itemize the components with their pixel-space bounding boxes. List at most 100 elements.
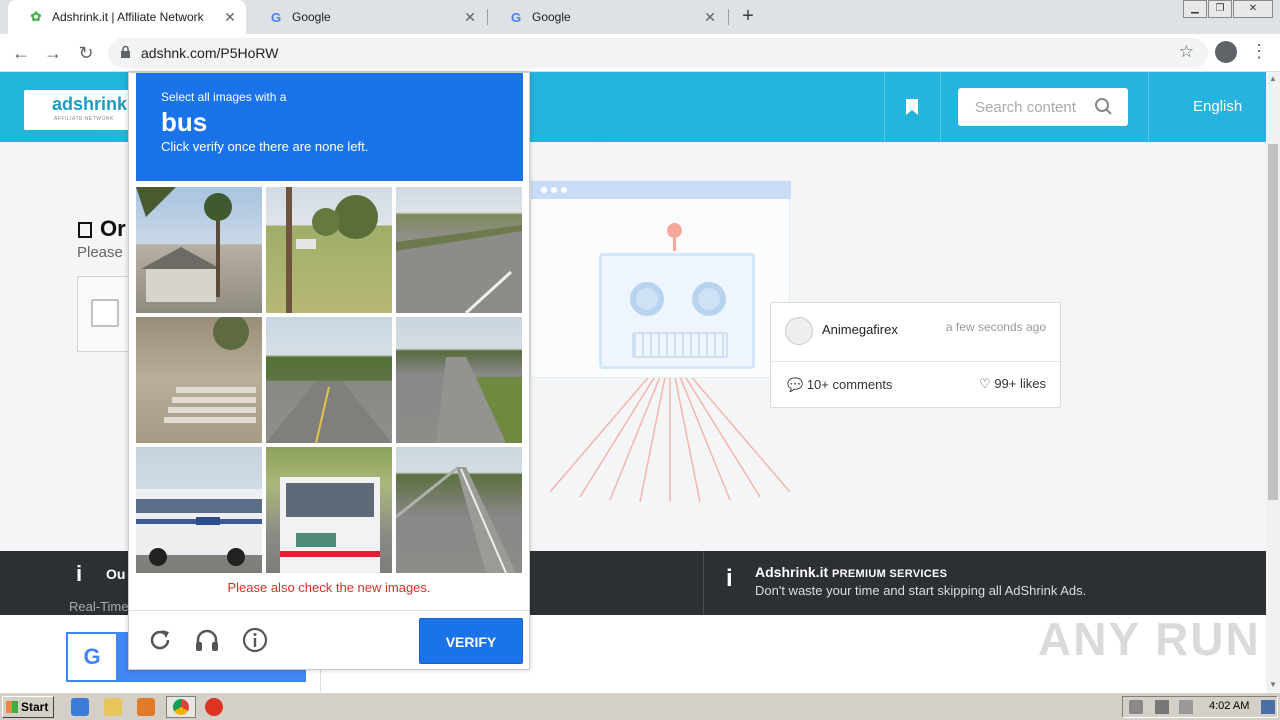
google-logo-icon: G [68,634,116,680]
menu-kebab-icon[interactable]: ⋮ [1250,41,1268,62]
tile-image [396,467,516,573]
heart-icon: ♡ [979,376,991,391]
tab-strip: ✿ Adshrink.it | Affiliate Network ✕ G Go… [0,0,1280,34]
language-selector[interactable]: English [1193,98,1242,115]
show-desktop-icon[interactable] [1261,700,1275,714]
close-window-button[interactable]: ✕ [1233,0,1273,18]
robot-eye [692,282,726,316]
url-text: adshnk.com/P5HoRW [141,45,279,61]
restore-button[interactable]: ❐ [1208,0,1232,18]
close-tab-icon[interactable]: ✕ [702,9,718,25]
challenge-error: Please also check the new images. [227,580,431,595]
start-button[interactable]: Start [2,696,54,718]
author-name: Animegafirex [822,322,898,337]
verify-button[interactable]: VERIFY [419,618,523,664]
media-player-icon[interactable] [137,698,155,716]
google-favicon-icon: G [270,9,282,25]
forward-button[interactable]: → [41,41,65,65]
header-divider [940,72,941,142]
close-tab-icon[interactable]: ✕ [222,9,238,25]
ie-icon[interactable] [71,698,89,716]
band-left-title: Ou [106,566,126,582]
system-tray: 4:02 AM [1122,696,1278,718]
anyrun-watermark: ANY RUN [1038,613,1261,665]
challenge-hint: Click verify once there are none left. [161,139,369,154]
info-challenge-icon[interactable] [241,626,269,654]
captcha-tile-2[interactable] [266,187,392,313]
chrome-taskbar-button[interactable] [166,696,196,718]
scrollbar-thumb[interactable] [1268,144,1278,500]
reload-button[interactable]: ↻ [74,41,98,65]
robot-illustration [530,180,791,378]
illustration-window-bar [531,181,791,199]
tab-google-1[interactable]: G Google ✕ [248,0,486,34]
captcha-tile-4[interactable] [136,317,262,443]
tile-image [136,489,262,566]
captcha-tile-6[interactable] [396,317,522,443]
tab-adshrink[interactable]: ✿ Adshrink.it | Affiliate Network ✕ [8,0,246,34]
robot-mouth [632,332,728,358]
challenge-header: Select all images with a bus Click verif… [136,73,523,181]
reload-challenge-icon[interactable] [146,626,174,654]
explorer-icon[interactable] [104,698,122,716]
window-dot [541,187,547,193]
challenge-footer-divider [129,610,529,611]
volume-icon[interactable] [1129,700,1143,714]
tab-title: Google [292,10,331,24]
logo-subtitle: AFFILIATE NETWORK [54,116,114,122]
audio-challenge-icon[interactable] [193,626,221,654]
browser-toolbar: ← → ↻ adshnk.com/P5HoRW ☆ ⋮ [0,34,1280,72]
tile-image [266,381,392,443]
comment-icon: 💬 [787,377,804,392]
card-divider [771,361,1060,362]
comments-label: 10+ comments [806,377,893,392]
bookmark-icon[interactable] [905,98,919,116]
recaptcha-checkbox[interactable] [91,299,119,327]
comments-count: 💬 10+ comments [787,377,892,393]
captcha-tile-8[interactable] [266,447,392,573]
premium-label: PREMIUM SERVICES [832,568,948,580]
new-tab-button[interactable]: + [738,6,758,26]
profile-icon[interactable] [1215,41,1237,63]
captcha-tile-1[interactable] [136,187,262,313]
page-scrollbar[interactable]: ▲ ▼ [1266,72,1280,692]
site-logo[interactable]: adshrink.it AFFILIATE NETWORK [24,90,143,130]
clock: 4:02 AM [1209,700,1250,712]
tile-image [436,357,522,443]
start-label: Start [21,700,49,714]
captcha-tile-9[interactable] [396,447,522,573]
captcha-tile-3[interactable] [396,187,522,313]
tab-google-2[interactable]: G Google ✕ [488,0,726,34]
captcha-tile-7[interactable] [136,447,262,573]
address-bar[interactable]: adshnk.com/P5HoRW ☆ [108,38,1208,68]
robot-head [599,253,755,369]
chrome-icon [173,699,189,715]
scroll-up-icon[interactable]: ▲ [1266,72,1280,86]
header-divider [1148,72,1149,142]
recaptcha-challenge: Select all images with a bus Click verif… [128,72,530,670]
likes-count: ♡ 99+ likes [979,376,1046,392]
tile-image [286,187,378,313]
site-search-input[interactable]: Search content [958,88,1128,126]
flag-icon[interactable] [1179,700,1193,714]
challenge-instruction: Select all images with a [161,90,287,104]
post-time: a few seconds ago [945,320,1046,334]
window-dot [551,187,557,193]
premium-description: Don't waste your time and start skipping… [755,583,1087,598]
minimize-button[interactable]: ▁ [1183,0,1207,18]
search-icon[interactable] [1094,97,1114,117]
bookmark-star-icon[interactable]: ☆ [1179,42,1194,62]
instruction-text: Please [77,244,123,261]
network-icon[interactable] [1155,700,1169,714]
challenge-target: bus [161,107,208,137]
windows-taskbar: Start 4:02 AM [0,692,1280,720]
lock-icon [121,45,130,58]
scroll-down-icon[interactable]: ▼ [1266,678,1280,692]
back-button[interactable]: ← [9,41,33,65]
close-tab-icon[interactable]: ✕ [462,9,478,25]
opera-icon[interactable] [205,698,223,716]
tile-image [396,225,522,313]
tile-image [136,187,232,302]
tile-image [280,477,380,573]
captcha-tile-5[interactable] [266,317,392,443]
